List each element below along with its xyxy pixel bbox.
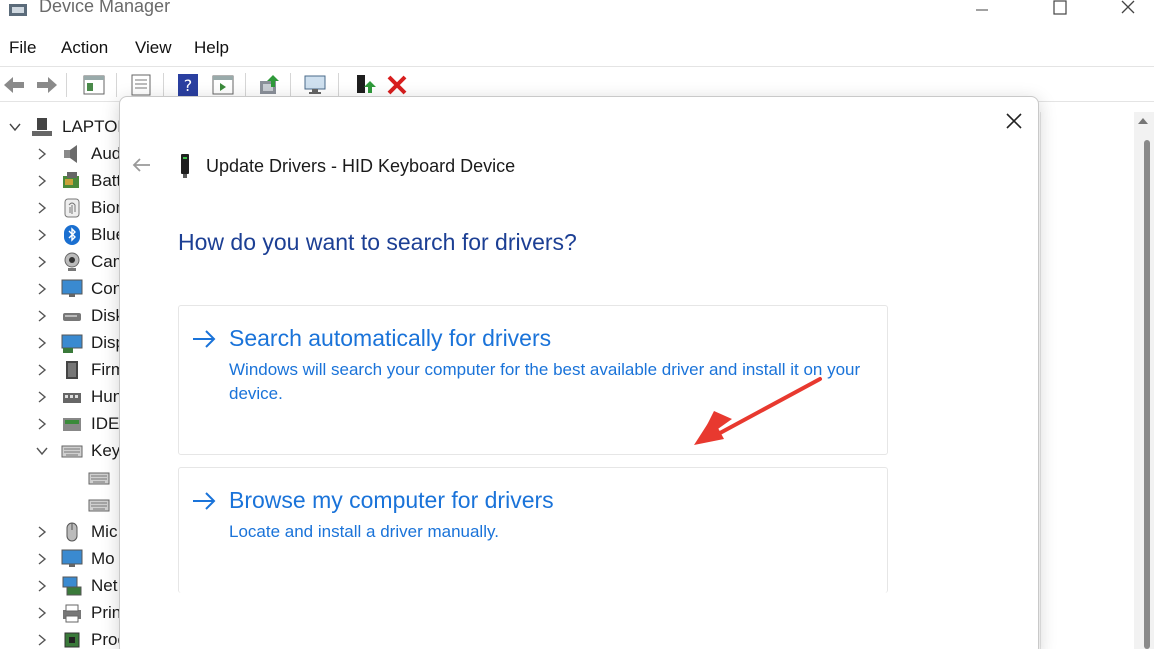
monitor-icon	[61, 549, 83, 567]
disk-icon	[63, 313, 81, 321]
scrollbar-thumb[interactable]	[1144, 140, 1150, 649]
chevron-right-icon[interactable]	[35, 147, 49, 161]
browse-computer-option[interactable]: Browse my computer for drivers Locate an…	[178, 467, 888, 593]
bluetooth-icon	[64, 225, 80, 245]
firmware-icon	[66, 361, 78, 379]
chevron-right-icon[interactable]	[35, 552, 49, 566]
update-drivers-dialog: Update Drivers - HID Keyboard Device How…	[119, 96, 1039, 649]
keyboard-icon	[61, 445, 83, 458]
arrow-right-icon	[193, 330, 216, 348]
chevron-right-icon[interactable]	[35, 201, 49, 215]
menu-action[interactable]: Action	[61, 38, 108, 58]
close-dialog-icon[interactable]	[1000, 107, 1028, 135]
back-arrow-icon[interactable]	[130, 153, 154, 177]
close-icon	[1121, 0, 1135, 14]
chevron-right-icon[interactable]	[35, 390, 49, 404]
option-title: Search automatically for drivers	[229, 325, 552, 351]
chevron-right-icon[interactable]	[35, 309, 49, 323]
help-icon[interactable]: ?	[176, 73, 200, 97]
fingerprint-icon	[64, 198, 80, 218]
arrow-right-icon	[193, 492, 216, 510]
option-description: Locate and install a driver manually.	[229, 522, 499, 541]
chevron-right-icon[interactable]	[35, 336, 49, 350]
back-arrow-icon[interactable]	[2, 73, 26, 97]
network-icon	[62, 576, 82, 596]
toolbar-separator	[290, 73, 291, 97]
display-adapter-icon	[61, 334, 83, 353]
chevron-right-icon[interactable]	[35, 417, 49, 431]
camera-icon	[64, 252, 80, 271]
show-hide-console-tree-icon[interactable]	[82, 73, 106, 97]
minimize-icon	[976, 9, 988, 11]
ide-icon	[63, 418, 81, 431]
computer-icon	[32, 118, 52, 136]
maximize-icon	[1053, 0, 1067, 15]
scan-hardware-icon[interactable]	[303, 73, 327, 97]
chevron-right-icon[interactable]	[35, 579, 49, 593]
forward-arrow-icon[interactable]	[35, 73, 59, 97]
monitor-icon	[61, 279, 83, 297]
chevron-right-icon[interactable]	[35, 282, 49, 296]
update-driver-icon[interactable]	[257, 73, 281, 97]
title-bar: Device Manager	[0, 0, 1154, 30]
chevron-right-icon[interactable]	[35, 174, 49, 188]
menu-help[interactable]: Help	[194, 38, 229, 58]
scroll-up-icon[interactable]	[1138, 118, 1148, 124]
hid-icon	[63, 393, 81, 403]
uninstall-device-icon[interactable]	[385, 73, 409, 97]
chevron-right-icon[interactable]	[35, 633, 49, 647]
dialog-heading: How do you want to search for drivers?	[178, 229, 577, 255]
chevron-down-icon[interactable]	[8, 120, 22, 134]
tree-category-label: Key	[91, 441, 121, 460]
printer-icon	[63, 604, 81, 623]
menu-bar: File Action View Help	[0, 36, 1154, 62]
tree-category-label: Con	[91, 279, 123, 298]
keyboard-device-icon	[181, 154, 189, 178]
dialog-title: Update Drivers - HID Keyboard Device	[206, 156, 516, 176]
tree-category-label: Hun	[91, 387, 123, 406]
speaker-icon	[64, 145, 77, 163]
chevron-right-icon[interactable]	[35, 255, 49, 269]
chevron-right-icon[interactable]	[35, 606, 49, 620]
chevron-right-icon[interactable]	[35, 228, 49, 242]
chevron-right-icon[interactable]	[35, 363, 49, 377]
svg-text:?: ?	[184, 76, 193, 95]
chevron-down-icon[interactable]	[35, 444, 49, 458]
processor-icon	[64, 632, 80, 648]
toolbar-separator	[66, 73, 67, 97]
keyboard-icon	[88, 499, 110, 512]
enable-device-icon[interactable]	[352, 73, 376, 97]
tree-category-label: Mic	[91, 522, 118, 541]
minimize-button[interactable]	[962, 0, 1002, 24]
menu-file[interactable]: File	[9, 38, 36, 58]
tree-category-label: Net	[91, 576, 118, 595]
option-title: Browse my computer for drivers	[229, 487, 554, 513]
action-pane-icon[interactable]	[211, 73, 235, 97]
keyboard-icon	[88, 472, 110, 485]
annotation-arrow-icon	[694, 377, 822, 445]
tree-category-label: Batt	[91, 171, 122, 190]
menu-view[interactable]: View	[135, 38, 172, 58]
close-window-button[interactable]	[1108, 0, 1148, 24]
mouse-icon	[66, 522, 78, 542]
maximize-button[interactable]	[1040, 0, 1080, 24]
tree-category-label: Aud	[91, 144, 122, 163]
tree-category-label: IDE	[91, 414, 120, 433]
toolbar-separator	[245, 73, 246, 97]
toolbar-separator	[338, 73, 339, 97]
toolbar-separator	[163, 73, 164, 97]
properties-icon[interactable]	[129, 73, 153, 97]
chevron-right-icon[interactable]	[35, 525, 49, 539]
battery-icon	[63, 172, 79, 188]
device-manager-icon	[9, 4, 27, 16]
window-title: Device Manager	[39, 0, 171, 16]
tree-category-label: Prin	[91, 603, 122, 622]
toolbar-separator	[116, 73, 117, 97]
tree-category-label: Mo	[91, 549, 115, 568]
